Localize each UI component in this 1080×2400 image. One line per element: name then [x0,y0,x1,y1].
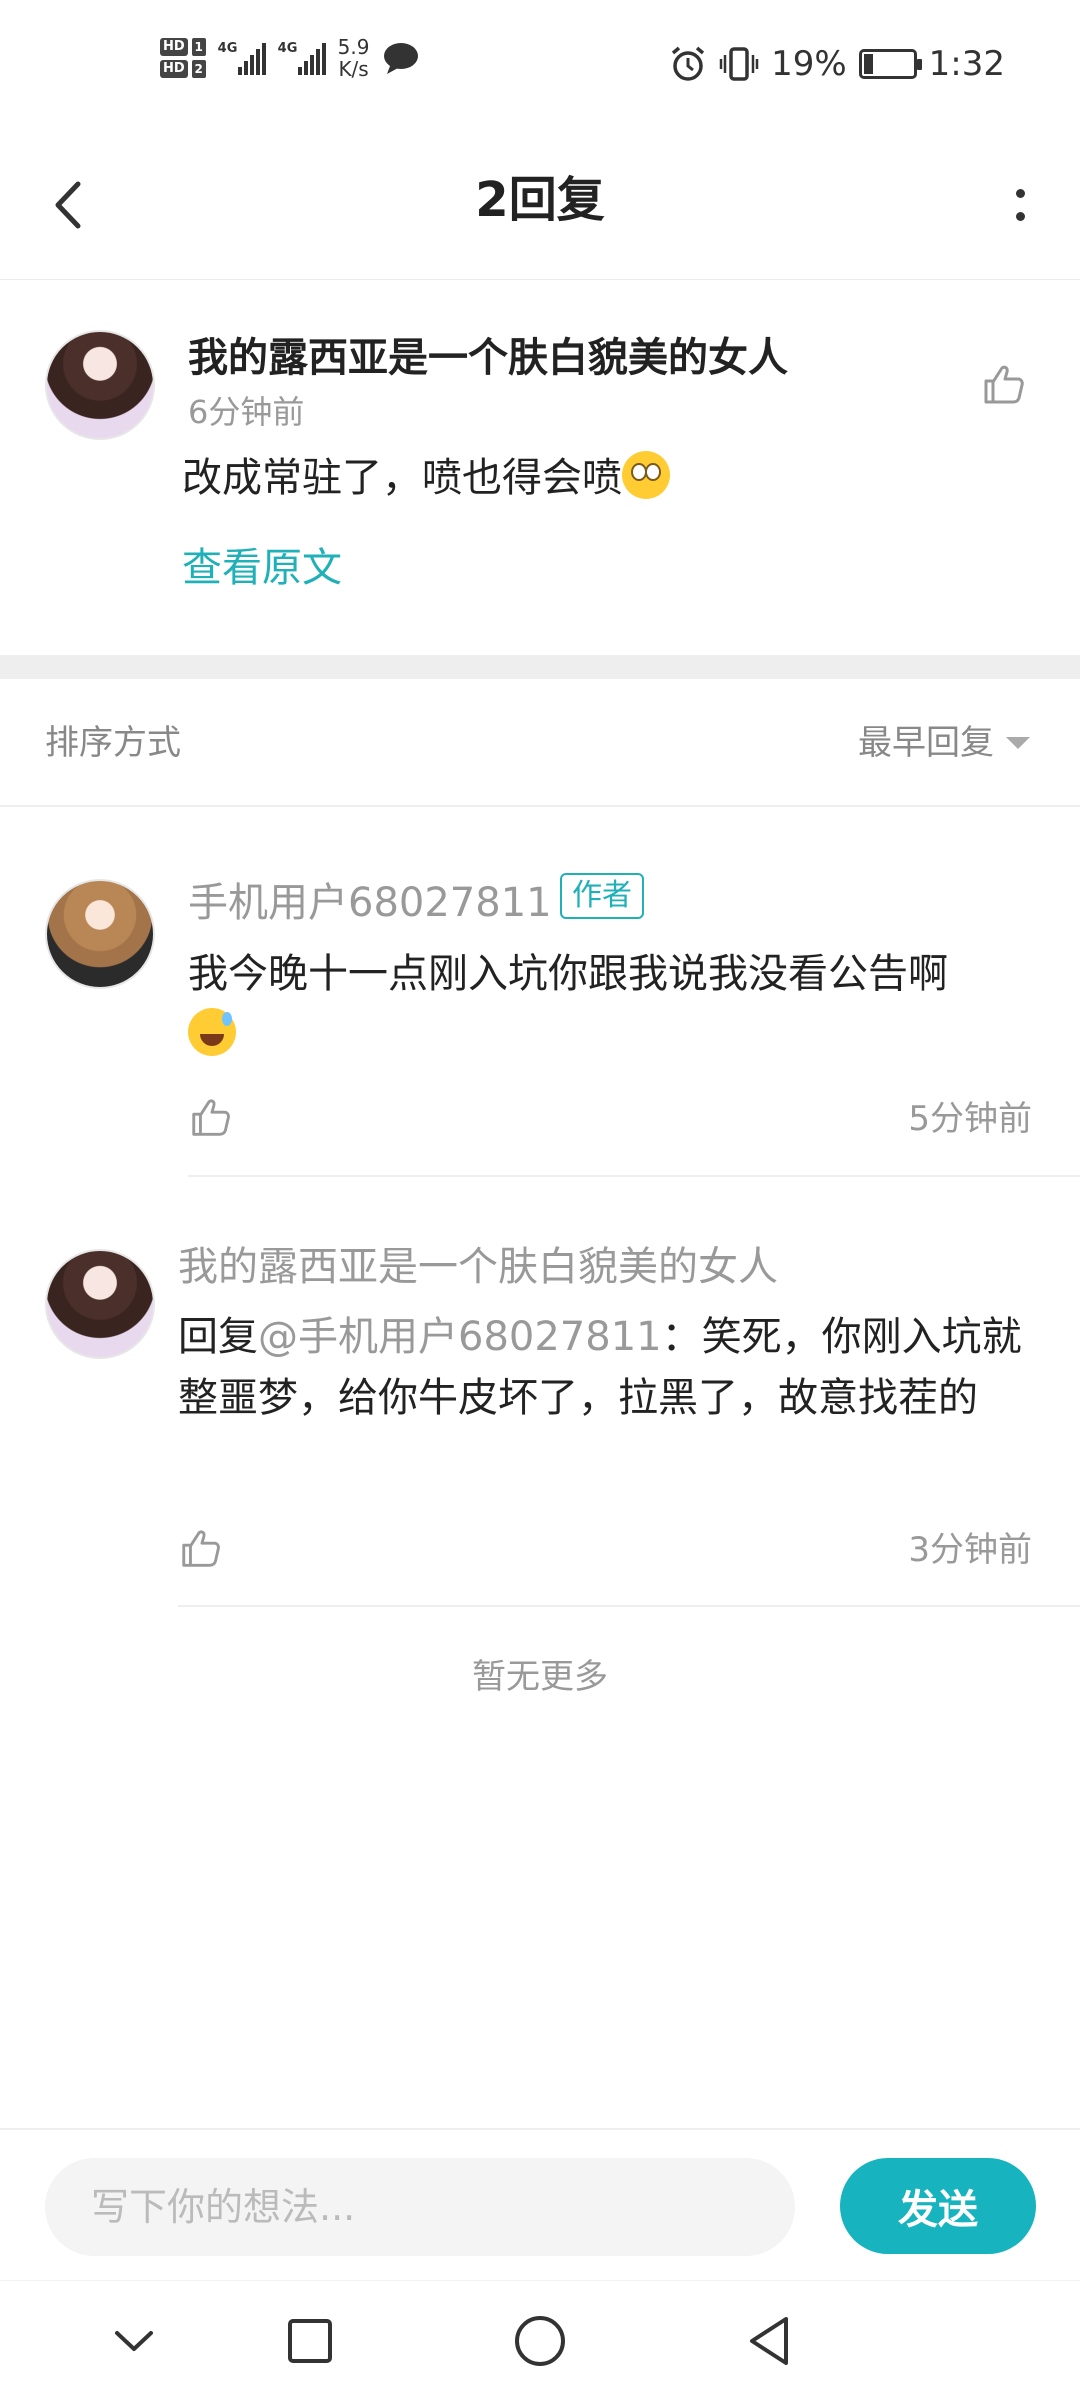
avatar[interactable] [45,1249,155,1359]
send-button[interactable]: 发送 [840,2158,1036,2254]
reply-divider [178,1605,1080,1607]
alarm-icon [671,46,705,81]
recents-button[interactable] [280,2311,340,2371]
reply-text: 回复@手机用户68027811：笑死，你刚入坑就整噩梦，给你牛皮坏了，拉黑了，故… [178,1307,1048,1429]
view-original-link[interactable]: 查看原文 [182,538,342,598]
hd-badge-1-num: 1 [191,38,206,56]
main-comment-time: 6分钟前 [188,393,305,431]
recents-icon [288,2319,332,2363]
reply-time: 5分钟前 [908,1099,1032,1139]
reply-item: 手机用户68027811 作者 我今晚十一点刚入坑你跟我说我没看公告啊 5分钟前 [0,807,1080,1177]
face-with-rolling-eyes-icon [622,451,670,499]
sort-label: 排序方式 [45,723,181,763]
reply-username[interactable]: 我的露西亚是一个肤白貌美的女人 [178,1239,778,1295]
back-icon [750,2317,788,2365]
home-button[interactable] [510,2311,570,2371]
reply-text: 我今晚十一点刚入坑你跟我说我没看公告啊 [188,944,1058,1066]
hd-badge-2-num: 2 [191,60,206,78]
vibrate-icon [719,47,759,81]
nav-back-button[interactable] [740,2311,800,2371]
hd-badge-2: HD [160,60,188,78]
hd-badge-1: HD [160,38,188,56]
reply-text-body: 我今晚十一点刚入坑你跟我说我没看公告啊 [188,951,948,997]
more-button[interactable] [1000,170,1040,240]
home-icon [515,2316,565,2366]
main-comment: 我的露西亚是一个肤白貌美的女人 6分钟前 改成常驻了，喷也得会喷 查看原文 [0,280,1080,655]
system-nav-bar [0,2280,1080,2400]
speed-value: 5.9 [337,35,370,59]
network-speed: 5.9 K/s [338,36,370,80]
thumbs-up-icon[interactable] [178,1525,224,1571]
status-left: HD 1 HD 2 4G 4G 5.9 K/s [160,36,421,80]
reply-item: 我的露西亚是一个肤白貌美的女人 回复@手机用户68027811：笑死，你刚入坑就… [0,1177,1080,1607]
net-type-1: 4G [217,41,238,56]
clock: 1:32 [928,44,1005,84]
more-vertical-icon [1015,189,1025,198]
sort-dropdown[interactable]: 最早回复 [858,719,1030,767]
comment-input-bar: 发送 [0,2128,1080,2280]
reply-prefix: 回复 [178,1314,258,1360]
speed-unit: K/s [338,57,369,81]
comment-input[interactable] [45,2158,795,2256]
header: 2回复 [0,130,1080,280]
thumbs-up-icon[interactable] [980,360,1028,408]
grinning-face-with-sweat-icon [188,1008,236,1056]
reply-username[interactable]: 手机用户68027811 [188,875,552,931]
message-icon [384,43,419,74]
reply-time: 3分钟前 [908,1530,1032,1570]
main-comment-text: 改成常驻了，喷也得会喷 [182,448,670,508]
status-right: 19% 1:32 [669,44,1005,84]
section-divider [0,655,1080,679]
avatar[interactable] [45,330,155,440]
battery-icon [858,49,922,79]
collapse-icon [115,2331,153,2351]
no-more-label: 暂无更多 [472,1657,608,1697]
status-bar: HD 1 HD 2 4G 4G 5.9 K/s 19% 1:32 [0,0,1080,130]
sort-bar: 排序方式 最早回复 [0,679,1080,807]
signal-icon-1: 4G [218,41,266,75]
main-comment-username[interactable]: 我的露西亚是一个肤白貌美的女人 [188,330,788,386]
thumbs-up-icon[interactable] [188,1094,234,1140]
signal-icon-2: 4G [278,41,326,75]
author-badge: 作者 [560,873,644,919]
battery-percent: 19% [771,44,847,84]
avatar[interactable] [45,879,155,989]
collapse-button[interactable] [104,2311,164,2371]
caret-down-icon [1006,737,1030,749]
net-type-2: 4G [277,41,298,56]
hd-indicators: HD 1 HD 2 [160,38,206,78]
reply-mention[interactable]: @手机用户68027811 [258,1314,662,1360]
page-title: 2回复 [475,172,605,228]
sort-selected: 最早回复 [858,723,994,763]
main-comment-text-body: 改成常驻了，喷也得会喷 [182,455,622,501]
